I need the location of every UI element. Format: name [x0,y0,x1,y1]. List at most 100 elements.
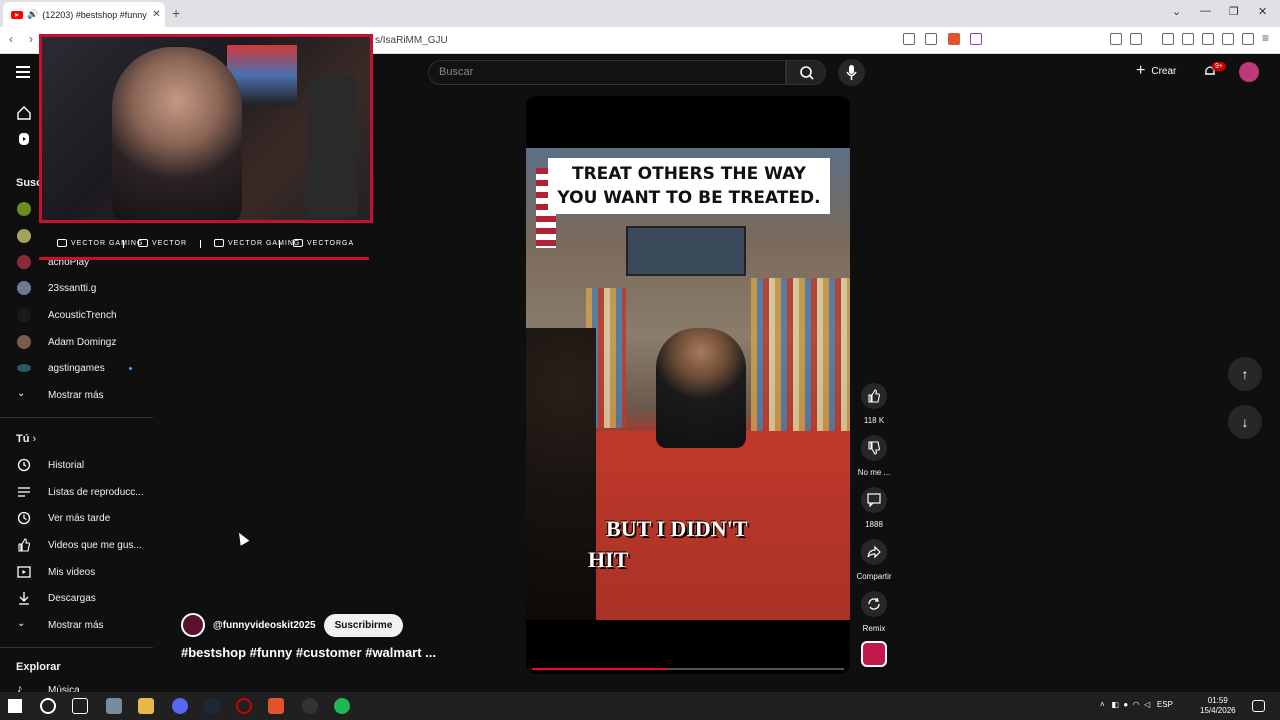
youtube-social: VECTOR GAMING [57,239,143,247]
task-view-icon[interactable] [72,698,88,714]
sidebar-sub-channel[interactable]: 23ssantti.g [0,275,153,301]
forward-icon[interactable]: › [29,32,33,46]
wallet-icon[interactable] [1202,33,1214,45]
menu-icon[interactable]: ≡ [1262,31,1274,45]
channel-avatar [17,202,31,216]
discord-icon[interactable] [172,698,188,714]
search-input[interactable]: Buscar [428,60,786,85]
minimize-button[interactable]: — [1200,5,1211,17]
social-handle: VECTOR GAMING [71,239,144,247]
sidebar-icon[interactable] [1130,33,1142,45]
sound-thumbnail[interactable] [861,641,887,667]
chevron-down-icon[interactable]: ⌄ [1172,5,1181,18]
user-avatar[interactable] [1239,62,1259,82]
date: 15/4/2026 [1200,706,1236,715]
sidebar-item-label: Historial [48,459,85,471]
sidebar-show-more[interactable]: ⌄ Mostrar más [0,382,153,408]
sidebar-item-downloads[interactable]: Descargas [0,585,153,611]
sidebar-item-watch-later[interactable]: Ver más tarde [0,505,153,531]
url-field[interactable]: s/IsaRiMM_GJU [375,35,448,46]
dislike-button[interactable] [861,435,887,461]
search-icon[interactable] [40,698,56,714]
video-progress-bar[interactable] [532,668,844,670]
sidebar-item-label: Listas de reproducc... [48,486,144,498]
browser-tab[interactable]: 🔊 (12203) #bestshop #funny #c ✕ [3,2,165,27]
channel-avatar[interactable] [181,613,205,637]
remix-button[interactable] [861,591,887,617]
steam-icon[interactable] [204,698,220,714]
sidebar-sub-channel[interactable]: Adam Domingz [0,329,153,355]
brave-shield-icon[interactable] [948,33,960,45]
file-explorer-icon[interactable] [138,698,154,714]
sidebar-item-my-videos[interactable]: Mis videos [0,559,153,585]
previous-short-button[interactable]: ↑ [1228,357,1262,391]
short-video-player[interactable]: TREAT OTHERS THE WAY YOU WANT TO BE TREA… [526,96,850,674]
security-monitors [626,226,746,276]
sidebar-item-playlists[interactable]: Listas de reproducc... [0,479,153,505]
comment-icon [867,493,881,507]
sidebar-item-label: Ver más tarde [48,512,111,524]
wifi-icon: ◠ [1132,700,1140,709]
share-button[interactable] [861,539,887,565]
youtube-favicon-icon [11,10,23,19]
clock-icon [17,511,31,525]
tab-title: (12203) #bestshop #funny #c [42,9,149,20]
thumbs-up-icon [868,389,881,403]
vpn-icon[interactable] [1242,33,1254,45]
close-window-button[interactable]: ✕ [1258,5,1267,18]
social-handle: VECTORGA [307,239,355,247]
channel-name[interactable]: @funnyvideoskit2025 [213,620,316,631]
mouse-cursor [234,530,250,546]
divider [279,240,280,248]
music-icon[interactable] [1162,33,1174,45]
arcade-cabinet [307,77,357,217]
system-tray[interactable]: ˄ ◧ ● ◠ ◁ ESP [1100,700,1173,709]
video-title[interactable]: #bestshop #funny #customer #walmart ... [181,645,436,660]
create-button[interactable]: + Crear [1136,62,1176,80]
opera-icon[interactable] [236,698,252,714]
notification-badge: 9+ [1212,62,1226,71]
spotify-icon[interactable] [334,698,350,714]
sidebar-sub-channel[interactable]: agstingames [0,355,153,381]
reader-icon[interactable] [1182,33,1194,45]
like-button[interactable] [861,383,887,409]
caption-line: BUT I DIDN'T [606,516,748,541]
chevron-up-icon: ˄ [1100,700,1105,709]
arrow-up-icon: ↑ [1241,366,1249,382]
back-icon[interactable]: ‹ [9,32,13,46]
brave-icon[interactable] [268,698,284,714]
windows-start-icon[interactable] [8,699,22,713]
download-icon [19,592,29,605]
you-heading[interactable]: Tú › [16,433,36,445]
video-icon [17,566,31,578]
sidebar-item-history[interactable]: Historial [0,452,153,478]
search-button[interactable] [786,60,826,85]
next-short-button[interactable]: ↓ [1228,405,1262,439]
caption-top: TREAT OTHERS THE WAY YOU WANT TO BE TREA… [548,158,830,214]
microphone-button[interactable] [838,59,865,86]
sidebar-item-liked[interactable]: Videos que me gus... [0,532,153,558]
divider [0,417,153,418]
maximize-button[interactable]: ❐ [1229,5,1239,18]
share-icon[interactable] [925,33,937,45]
social-handle: VECTOR GAMING [228,239,301,247]
new-tab-button[interactable]: + [172,5,180,21]
sidebar-sub-channel[interactable]: AcousticTrench [0,302,153,328]
notifications-icon[interactable] [1252,700,1265,712]
sidebar-show-more[interactable]: ⌄ Mostrar más [0,612,153,638]
app-icon[interactable] [106,698,122,714]
caption-bottom: BUT I DIDN'T HIT [588,513,848,575]
comments-button[interactable] [861,487,887,513]
rewards-icon[interactable] [970,33,982,45]
hamburger-menu-icon[interactable] [16,66,30,78]
extensions-icon[interactable] [1110,33,1122,45]
obs-icon[interactable] [302,698,318,714]
close-tab-icon[interactable]: ✕ [152,9,160,20]
clock[interactable]: 01:59 15/4/2026 [1200,696,1236,716]
subscribe-button[interactable]: Suscribirme [323,613,404,637]
install-icon[interactable] [903,33,915,45]
sidebar-item-label: Videos que me gus... [48,539,142,551]
leo-icon[interactable] [1222,33,1234,45]
plus-icon: + [1136,62,1146,79]
remix-icon [868,597,880,610]
